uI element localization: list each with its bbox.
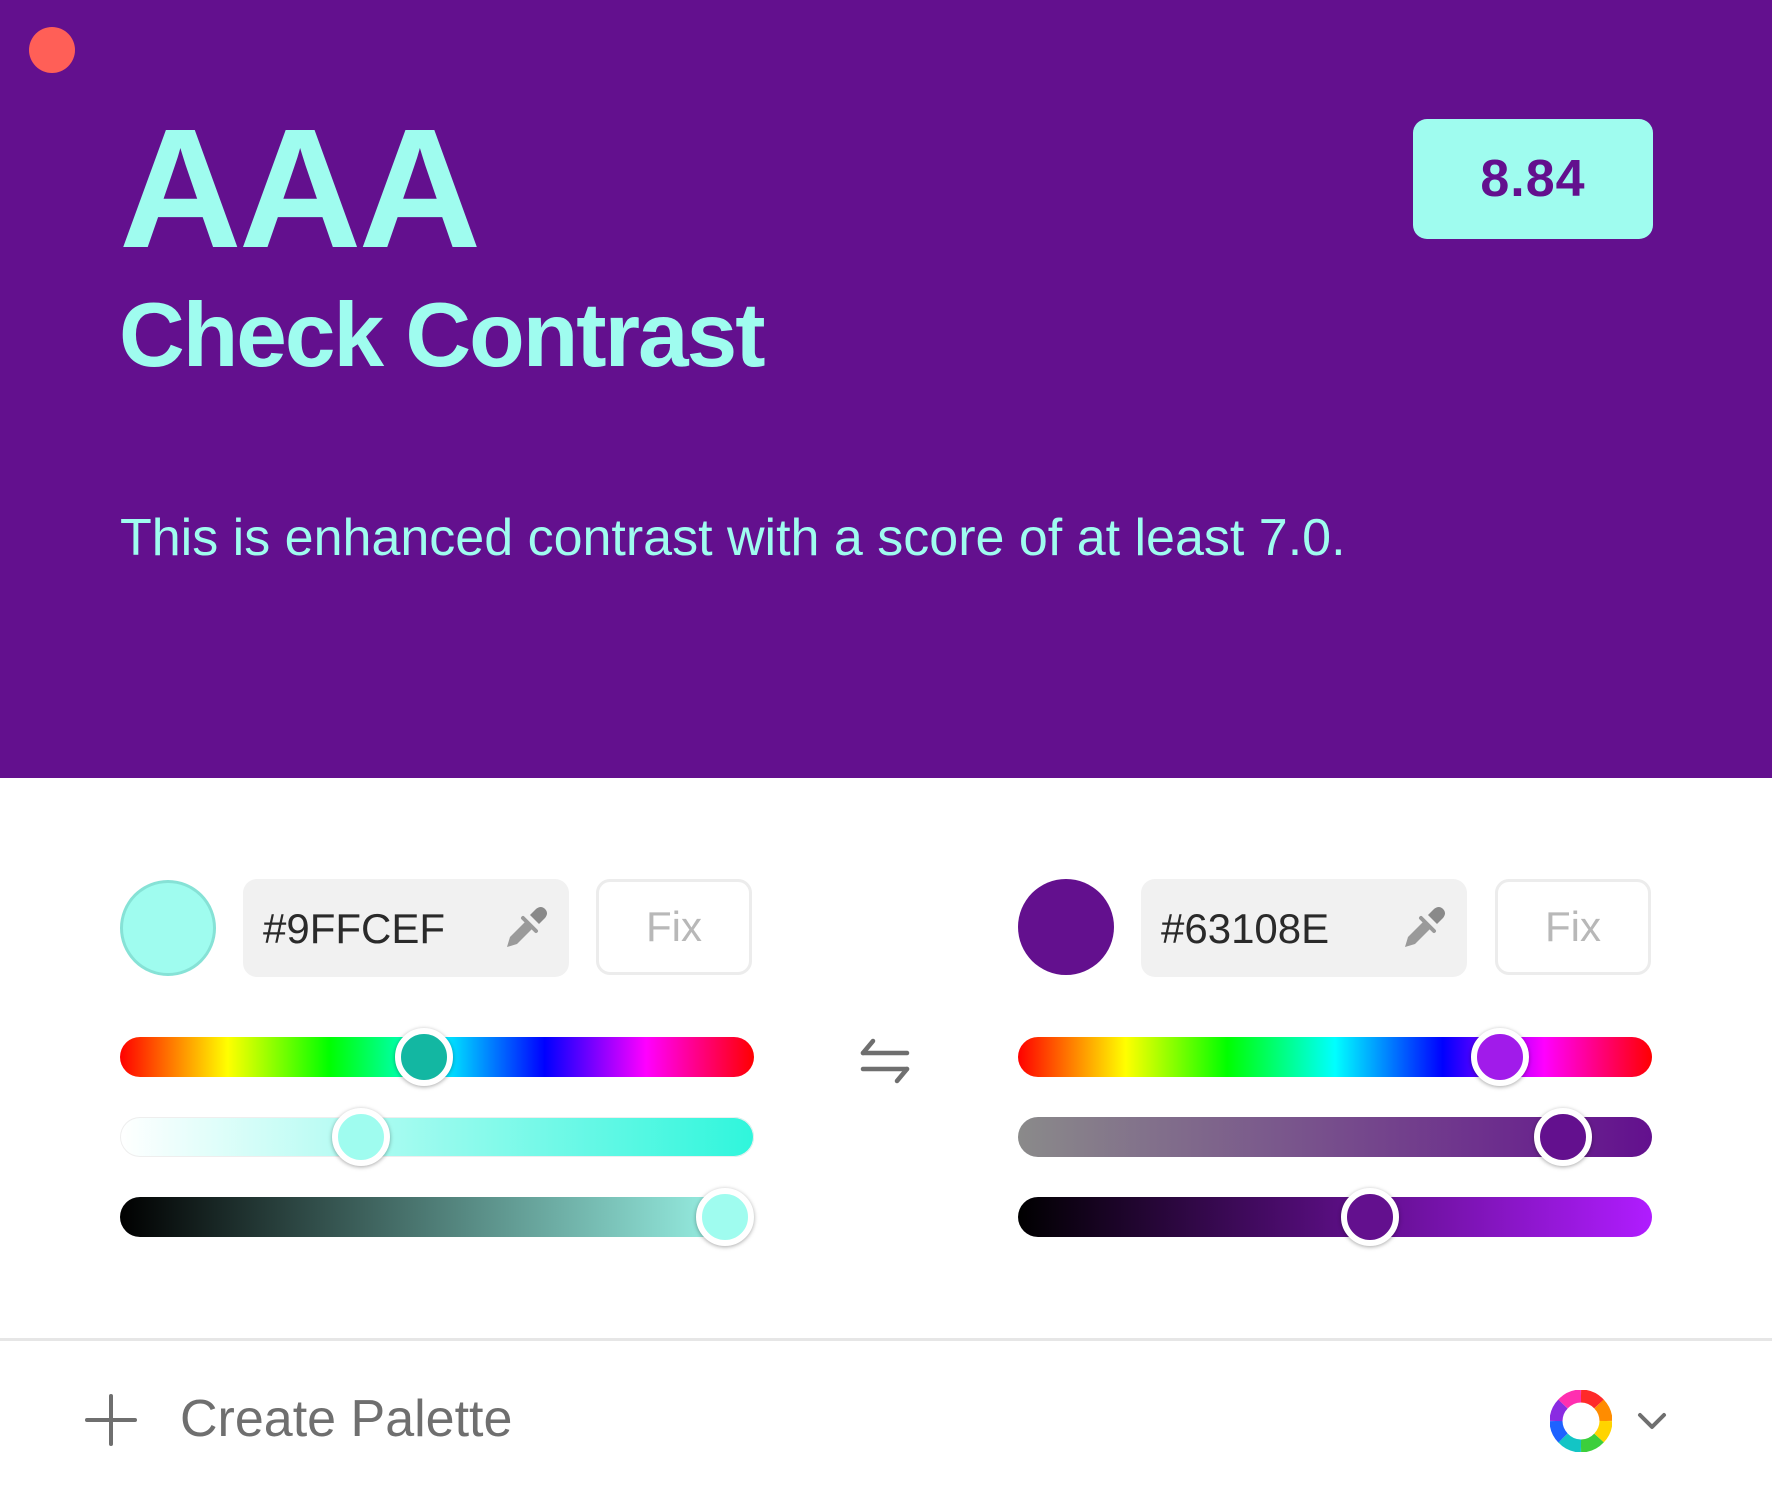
- preview-subtitle: Check Contrast: [119, 285, 766, 386]
- foreground-fix-button[interactable]: Fix: [596, 879, 752, 975]
- slider-thumb[interactable]: [331, 1108, 390, 1166]
- contrast-preview: AAA Check Contrast 8.84 This is enhanced…: [0, 0, 1772, 778]
- eyedropper-icon[interactable]: [1397, 903, 1449, 955]
- foreground-swatch[interactable]: [120, 880, 216, 976]
- color-controls: #9FFCEF Fix #63108E Fix: [0, 778, 1772, 1338]
- background-brightness-slider[interactable]: [1018, 1188, 1652, 1246]
- close-dot-icon[interactable]: [29, 27, 75, 73]
- foreground-hex-field[interactable]: #9FFCEF: [243, 879, 569, 977]
- swap-arrows-icon[interactable]: [857, 1033, 913, 1089]
- background-swatch[interactable]: [1018, 879, 1114, 975]
- foreground-hex-value: #9FFCEF: [263, 905, 446, 952]
- create-palette-button[interactable]: Create Palette: [180, 1393, 512, 1445]
- color-wheel-icon[interactable]: [1550, 1390, 1612, 1452]
- footer-bar: Create Palette: [0, 1341, 1772, 1498]
- foreground-saturation-slider[interactable]: [120, 1108, 754, 1166]
- background-hue-slider[interactable]: [1018, 1028, 1652, 1086]
- background-fix-button[interactable]: Fix: [1495, 879, 1651, 975]
- eyedropper-icon[interactable]: [499, 903, 551, 955]
- slider-thumb[interactable]: [696, 1188, 755, 1246]
- background-hex-value: #63108E: [1161, 905, 1330, 952]
- slider-thumb[interactable]: [395, 1028, 454, 1086]
- chevron-down-icon[interactable]: [1634, 1403, 1670, 1439]
- grade-description: This is enhanced contrast with a score o…: [120, 509, 1346, 567]
- slider-thumb[interactable]: [1470, 1028, 1529, 1086]
- plus-icon[interactable]: [84, 1393, 138, 1447]
- grade-title: AAA: [119, 94, 481, 284]
- background-saturation-slider[interactable]: [1018, 1108, 1652, 1166]
- slider-thumb[interactable]: [1534, 1108, 1593, 1166]
- foreground-brightness-slider[interactable]: [120, 1188, 755, 1246]
- score-badge: 8.84: [1413, 119, 1653, 239]
- slider-thumb[interactable]: [1340, 1188, 1399, 1246]
- foreground-hue-slider[interactable]: [120, 1028, 754, 1086]
- background-hex-field[interactable]: #63108E: [1141, 879, 1467, 977]
